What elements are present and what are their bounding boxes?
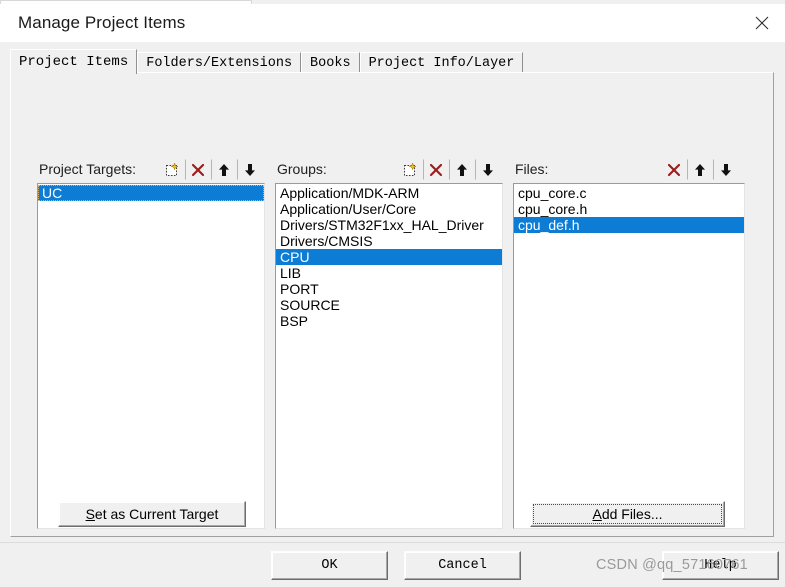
add-files-label: Add Files...	[592, 506, 662, 522]
manage-project-items-dialog: Manage Project Items Project Items Folde…	[0, 4, 785, 587]
files-toolbar	[661, 159, 739, 180]
help-label: Help	[704, 558, 737, 573]
project-targets-toolbar	[159, 159, 263, 180]
list-item[interactable]: Application/MDK-ARM	[276, 185, 502, 201]
add-files-button[interactable]: Add Files...	[530, 501, 725, 527]
delete-icon[interactable]	[185, 159, 211, 180]
list-item[interactable]: LIB	[276, 265, 502, 281]
accel-char: A	[592, 506, 602, 522]
set-as-current-target-button[interactable]: Set as Current Target	[58, 501, 246, 527]
groups-toolbar	[397, 159, 501, 180]
project-targets-label: Project Targets:	[39, 161, 137, 177]
cancel-button[interactable]: Cancel	[404, 551, 521, 580]
list-item[interactable]: Drivers/STM32F1xx_HAL_Driver	[276, 217, 502, 233]
tab-label: Folders/Extensions	[146, 56, 293, 71]
list-item[interactable]: BSP	[276, 313, 502, 329]
list-item[interactable]: CPU	[276, 249, 502, 265]
set-as-current-target-label: Set as Current Target	[86, 506, 219, 522]
help-button[interactable]: Help	[662, 551, 779, 580]
dialog-button-bar: OK Cancel Help	[0, 542, 785, 587]
move-up-icon[interactable]	[687, 159, 713, 180]
tab-project-info-layer[interactable]: Project Info/Layer	[359, 52, 524, 74]
files-label: Files:	[515, 161, 549, 177]
tab-project-items[interactable]: Project Items	[10, 49, 138, 74]
list-item[interactable]: cpu_def.h	[514, 217, 744, 233]
new-item-icon[interactable]	[159, 159, 185, 180]
delete-icon[interactable]	[661, 159, 687, 180]
move-down-icon[interactable]	[237, 159, 263, 180]
groups-label: Groups:	[277, 161, 327, 177]
tab-label: Books	[310, 56, 351, 71]
accel-char: S	[85, 506, 95, 522]
move-up-icon[interactable]	[449, 159, 475, 180]
list-item[interactable]: UC	[38, 185, 264, 201]
ok-label: OK	[321, 558, 338, 573]
list-item[interactable]: SOURCE	[276, 297, 502, 313]
list-item[interactable]: Application/User/Core	[276, 201, 502, 217]
cancel-label: Cancel	[438, 558, 487, 573]
move-down-icon[interactable]	[475, 159, 501, 180]
label-rest: dd Files...	[601, 506, 663, 522]
tab-label: Project Items	[19, 54, 129, 70]
move-down-icon[interactable]	[713, 159, 739, 180]
dialog-client-area: Project Items Folders/Extensions Books P…	[0, 42, 785, 587]
groups-list[interactable]: Application/MDK-ARM Application/User/Cor…	[275, 183, 503, 529]
project-targets-list[interactable]: UC	[37, 183, 265, 529]
delete-icon[interactable]	[423, 159, 449, 180]
tab-page-project-items: Project Targets: UC Groups: Application/…	[10, 72, 774, 537]
tab-label: Project Info/Layer	[368, 56, 515, 71]
tab-books[interactable]: Books	[301, 52, 360, 74]
window-title: Manage Project Items	[18, 13, 186, 32]
title-bar: Manage Project Items	[0, 4, 785, 43]
move-up-icon[interactable]	[211, 159, 237, 180]
tab-strip: Project Items Folders/Extensions Books P…	[10, 49, 524, 74]
label-rest: et as Current Target	[94, 506, 219, 522]
ok-button[interactable]: OK	[271, 551, 388, 580]
list-item[interactable]: PORT	[276, 281, 502, 297]
list-item[interactable]: cpu_core.c	[514, 185, 744, 201]
new-item-icon[interactable]	[397, 159, 423, 180]
tab-folders-extensions[interactable]: Folders/Extensions	[137, 52, 302, 74]
list-item[interactable]: Drivers/CMSIS	[276, 233, 502, 249]
list-item[interactable]: cpu_core.h	[514, 201, 744, 217]
close-icon[interactable]	[739, 4, 785, 42]
files-list[interactable]: cpu_core.c cpu_core.h cpu_def.h	[513, 183, 745, 529]
